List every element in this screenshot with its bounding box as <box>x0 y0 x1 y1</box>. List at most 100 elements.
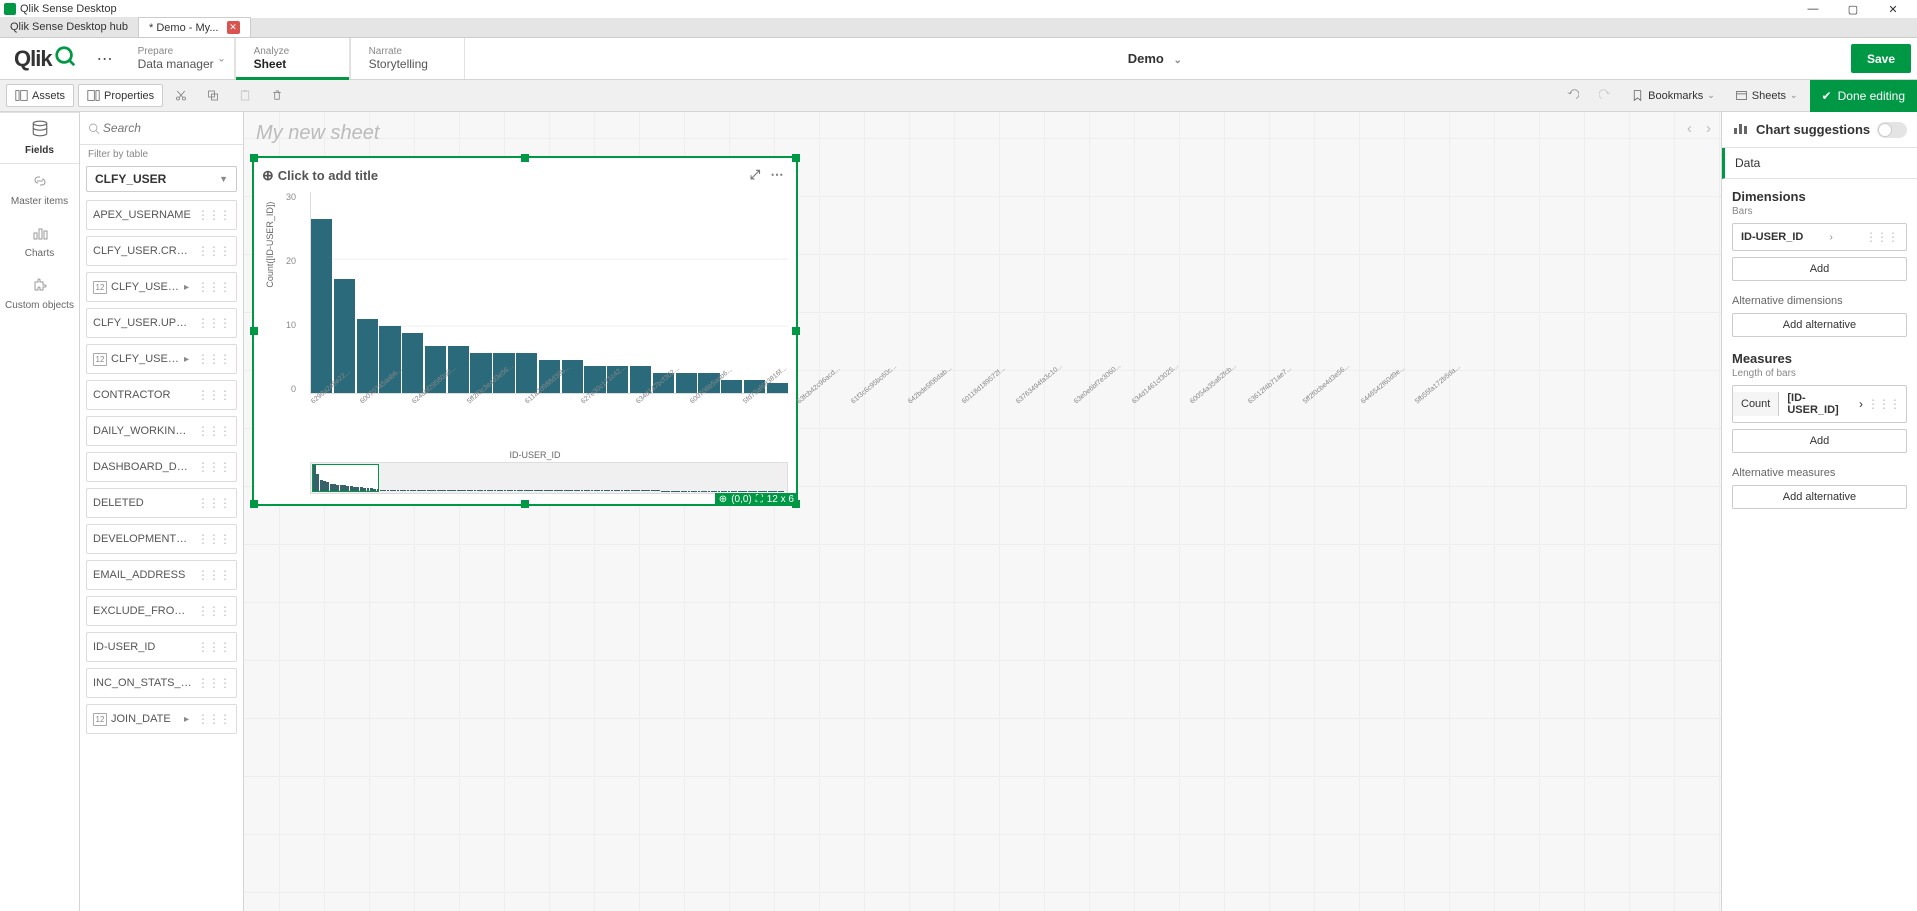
add-alt-measure-button[interactable]: Add alternative <box>1732 485 1907 509</box>
resize-handle[interactable] <box>250 154 258 162</box>
narrate-menu[interactable]: Narrate Storytelling <box>350 38 465 79</box>
grip-icon[interactable]: ⋮⋮⋮ <box>197 568 230 582</box>
grip-icon[interactable]: ⋮⋮⋮ <box>1865 230 1898 244</box>
expand-chart-button[interactable]: ⤢ <box>744 164 766 186</box>
sheets-dropdown[interactable]: Sheets ⌄ <box>1727 85 1806 106</box>
field-item[interactable]: DASHBOARD_DEFA...⋮⋮⋮ <box>86 452 237 482</box>
rail-charts[interactable]: Charts <box>0 216 79 268</box>
analyze-menu[interactable]: Analyze Sheet <box>235 38 350 79</box>
grip-icon[interactable]: ⋮⋮⋮ <box>1867 397 1900 411</box>
next-sheet-button[interactable]: › <box>1706 120 1711 137</box>
field-item[interactable]: DELETED⋮⋮⋮ <box>86 488 237 518</box>
field-item[interactable]: CLFY_USER.UPDAT...⋮⋮⋮ <box>86 308 237 338</box>
chart-more-button[interactable]: ⋯ <box>766 164 788 186</box>
grip-icon[interactable]: ⋮⋮⋮ <box>197 244 230 258</box>
tab-demo[interactable]: * Demo - My... ✕ <box>139 17 250 37</box>
prepare-menu[interactable]: Prepare Data manager ⌄ <box>120 38 235 79</box>
grip-icon[interactable]: ⋮⋮⋮ <box>197 640 230 654</box>
field-item[interactable]: APEX_USERNAME⋮⋮⋮ <box>86 200 237 230</box>
delete-button[interactable] <box>263 85 291 106</box>
measure-pill[interactable]: Count [ID-USER_ID] › ⋮⋮⋮ <box>1732 385 1907 423</box>
chevron-right-icon[interactable]: ▸ <box>184 714 189 725</box>
field-item[interactable]: CLFY_USER.CREATE...⋮⋮⋮ <box>86 236 237 266</box>
bar[interactable] <box>357 319 378 393</box>
search-box[interactable] <box>80 112 243 145</box>
cut-button[interactable] <box>167 85 195 106</box>
chevron-right-icon[interactable]: ▸ <box>184 282 189 293</box>
save-button[interactable]: Save <box>1851 44 1911 73</box>
field-item[interactable]: CONTRACTOR ⋮⋮⋮ <box>86 380 237 410</box>
data-section-tab[interactable]: Data <box>1722 148 1917 179</box>
copy-button[interactable] <box>199 85 227 106</box>
done-editing-button[interactable]: ✔ Done editing <box>1810 80 1917 112</box>
app-logo[interactable]: Qlik <box>0 38 90 79</box>
assets-button[interactable]: Assets <box>6 84 74 107</box>
bar[interactable] <box>311 219 332 393</box>
grip-icon[interactable]: ⋮⋮⋮ <box>197 676 230 690</box>
chevron-right-icon[interactable]: ▸ <box>184 354 189 365</box>
chart-suggestions-toggle[interactable] <box>1877 122 1907 138</box>
field-item[interactable]: DAILY_WORKING_H...⋮⋮⋮ <box>86 416 237 446</box>
tab-close-icon[interactable]: ✕ <box>227 21 240 34</box>
rail-custom-objects[interactable]: Custom objects <box>0 268 79 320</box>
undo-button[interactable] <box>1559 85 1587 106</box>
grip-icon[interactable]: ⋮⋮⋮ <box>197 316 230 330</box>
maximize-button[interactable]: ▢ <box>1833 3 1873 16</box>
alt-dimensions-label: Alternative dimensions <box>1732 295 1907 307</box>
grip-icon[interactable]: ⋮⋮⋮ <box>197 712 230 726</box>
position-icon: ⊕ <box>719 494 727 505</box>
grip-icon[interactable]: ⋮⋮⋮ <box>197 460 230 474</box>
app-name-dropdown[interactable]: Demo ⌄ <box>1128 51 1182 66</box>
paste-button[interactable] <box>231 85 259 106</box>
chart-minimap[interactable] <box>310 462 788 494</box>
redo-button[interactable] <box>1591 85 1619 106</box>
field-item[interactable]: EXCLUDE_FROM_U...⋮⋮⋮ <box>86 596 237 626</box>
sheet-canvas[interactable]: My new sheet ‹ › ⊕ Click to add title ⤢ … <box>244 112 1721 911</box>
field-item[interactable]: 12CLFY_USER.CR...▸⋮⋮⋮ <box>86 272 237 302</box>
add-measure-button[interactable]: Add <box>1732 429 1907 453</box>
add-dimension-button[interactable]: Add <box>1732 257 1907 281</box>
assets-label: Assets <box>32 90 65 102</box>
field-name: CONTRACTOR <box>93 389 193 401</box>
field-item[interactable]: EMAIL_ADDRESS⋮⋮⋮ <box>86 560 237 590</box>
close-window-button[interactable]: ✕ <box>1873 3 1913 16</box>
grip-icon[interactable]: ⋮⋮⋮ <box>197 388 230 402</box>
rail-master-items[interactable]: Master items <box>0 164 79 216</box>
resize-handle[interactable] <box>792 154 800 162</box>
grip-icon[interactable]: ⋮⋮⋮ <box>197 280 230 294</box>
chart-object[interactable]: ⊕ Click to add title ⤢ ⋯ Count([ID-USER_… <box>252 156 798 506</box>
resize-handle[interactable] <box>250 500 258 508</box>
grip-icon[interactable]: ⋮⋮⋮ <box>197 424 230 438</box>
resize-handle[interactable] <box>250 327 258 335</box>
minimize-button[interactable]: — <box>1793 3 1833 15</box>
resize-handle[interactable] <box>521 154 529 162</box>
prev-sheet-button[interactable]: ‹ <box>1687 120 1692 137</box>
dimension-pill[interactable]: ID-USER_ID › ⋮⋮⋮ <box>1732 223 1907 251</box>
field-item[interactable]: DEVELOPMENT_TEAM⋮⋮⋮ <box>86 524 237 554</box>
sheet-title-input[interactable]: My new sheet <box>256 122 1709 150</box>
rail-fields[interactable]: Fields <box>0 112 79 164</box>
field-item[interactable]: ID-USER_ID⋮⋮⋮ <box>86 632 237 662</box>
resize-handle[interactable] <box>521 500 529 508</box>
tab-hub[interactable]: Qlik Sense Desktop hub <box>0 17 139 37</box>
chevron-down-icon: ⌄ <box>1173 55 1181 66</box>
grip-icon[interactable]: ⋮⋮⋮ <box>197 532 230 546</box>
properties-button[interactable]: Properties <box>78 84 163 107</box>
search-input[interactable] <box>100 118 235 138</box>
table-selector[interactable]: CLFY_USER ▼ <box>86 166 237 192</box>
chart-title-placeholder[interactable]: Click to add title <box>278 168 378 183</box>
bookmarks-label: Bookmarks <box>1648 90 1703 102</box>
grip-icon[interactable]: ⋮⋮⋮ <box>197 496 230 510</box>
properties-icon <box>87 89 100 102</box>
field-item[interactable]: 12CLFY_USER.UP...▸⋮⋮⋮ <box>86 344 237 374</box>
field-item[interactable]: INC_ON_STATS_DA...⋮⋮⋮ <box>86 668 237 698</box>
bookmarks-dropdown[interactable]: Bookmarks ⌄ <box>1623 85 1723 106</box>
grip-icon[interactable]: ⋮⋮⋮ <box>197 604 230 618</box>
y-tick: 10 <box>282 320 296 330</box>
field-item[interactable]: 12JOIN_DATE▸⋮⋮⋮ <box>86 704 237 734</box>
hub-menu-button[interactable]: ⋯ <box>90 38 120 79</box>
add-alt-dimension-button[interactable]: Add alternative <box>1732 313 1907 337</box>
grip-icon[interactable]: ⋮⋮⋮ <box>197 352 230 366</box>
grip-icon[interactable]: ⋮⋮⋮ <box>197 208 230 222</box>
resize-handle[interactable] <box>792 327 800 335</box>
